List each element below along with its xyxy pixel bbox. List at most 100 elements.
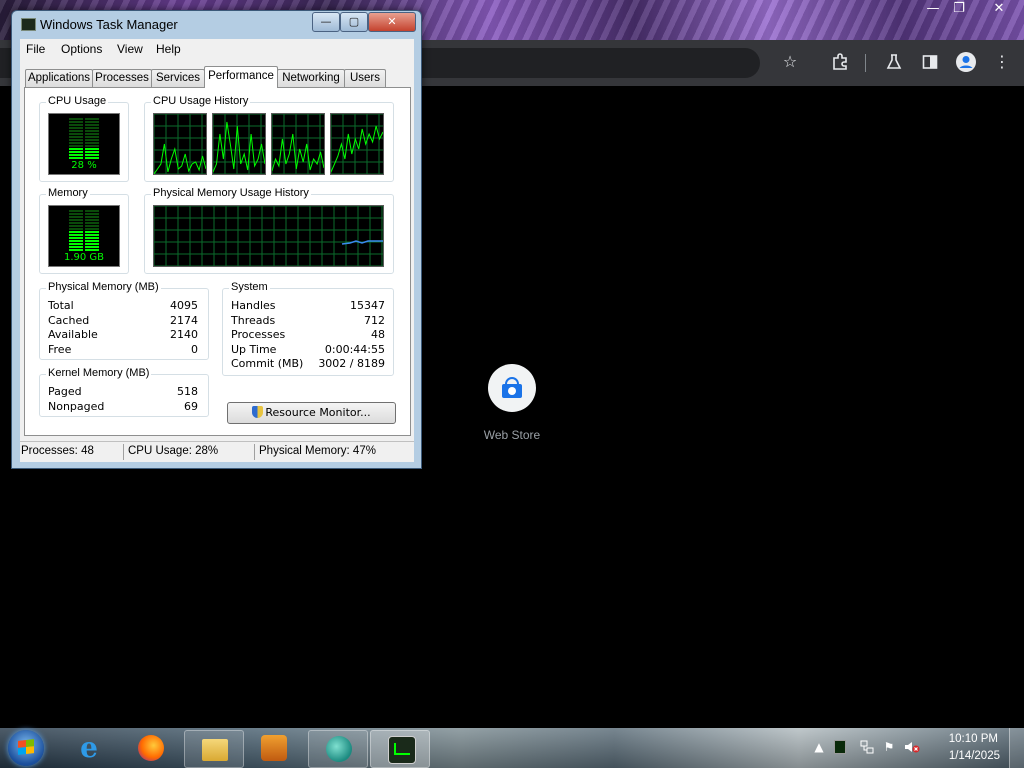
maximize-button[interactable]: ▢ (340, 12, 368, 32)
tab-networking[interactable]: Networking (277, 69, 345, 87)
taskbar-firefox[interactable] (121, 730, 179, 766)
cpu-meter-segment (85, 148, 99, 150)
cpu-history-line (272, 133, 324, 172)
internet-explorer-icon: e (80, 731, 98, 764)
tab-services[interactable]: Services (151, 69, 205, 87)
taskbar-internet-explorer[interactable]: e (60, 730, 118, 766)
window-title: Windows Task Manager (40, 17, 178, 32)
cpu-core-1-graph (153, 113, 207, 175)
system-processes-label: Processes (231, 328, 286, 341)
notification-area: ▲ ⚑ 10:10 PM 1/14/2025 (810, 728, 1024, 768)
task-manager-tray-icon[interactable] (834, 740, 846, 754)
web-store-shortcut[interactable]: Web Store (472, 364, 552, 454)
profile-icon[interactable] (954, 50, 978, 74)
cpu-usage-meter: 28 % (48, 113, 120, 175)
system-uptime-label: Up Time (231, 343, 277, 356)
labs-icon[interactable] (882, 50, 906, 74)
side-panel-icon[interactable] (918, 50, 942, 74)
taskbar-browser[interactable] (308, 730, 368, 768)
windows-logo-icon (18, 739, 34, 755)
tab-processes[interactable]: Processes (92, 69, 152, 87)
memory-meter-segment (85, 231, 99, 233)
cpu-meter-segment (69, 136, 83, 138)
volume-muted-icon[interactable] (904, 740, 920, 754)
cpu-usage-group: CPU Usage 28 % (39, 95, 129, 182)
memory-meter-segment (85, 219, 99, 221)
start-button[interactable] (8, 730, 44, 766)
menu-help[interactable]: Help (156, 42, 181, 56)
tab-users[interactable]: Users (344, 69, 386, 87)
kernel-paged-value: 518 (177, 385, 198, 398)
memory-history-graph (153, 205, 384, 267)
show-desktop-button[interactable] (1009, 728, 1024, 768)
cpu-meter-segment (69, 130, 83, 132)
task-manager-window: Windows Task Manager — ▢ ✕ File Options … (11, 10, 422, 469)
kernel-nonpaged-value: 69 (184, 400, 198, 413)
cpu-meter-segment (85, 142, 99, 144)
cpu-usage-title: CPU Usage (46, 95, 109, 107)
physical-free-value: 0 (191, 343, 198, 356)
extensions-icon[interactable] (828, 50, 852, 74)
close-button[interactable]: ✕ (368, 12, 416, 32)
cpu-meter-segment (69, 127, 83, 129)
menu-file[interactable]: File (26, 42, 45, 56)
physical-memory-title: Physical Memory (MB) (46, 281, 161, 293)
system-handles-label: Handles (231, 299, 276, 312)
tab-performance[interactable]: Performance (204, 66, 278, 88)
cpu-meter-segment (85, 133, 99, 135)
firefox-icon (138, 735, 164, 761)
memory-meter-segment (85, 237, 99, 239)
cpu-meter-segment (85, 139, 99, 141)
memory-meter-segment (69, 243, 83, 245)
system-uptime-value: 0:00:44:55 (324, 343, 385, 356)
memory-meter-segment (85, 249, 99, 251)
menu-view[interactable]: View (117, 42, 143, 56)
kernel-memory-group: Kernel Memory (MB) Paged 518 Nonpaged 69 (39, 367, 209, 417)
clock-date[interactable]: 1/14/2025 (949, 750, 1000, 762)
tab-applications[interactable]: Applications (25, 69, 93, 87)
menu-icon[interactable]: ⋮ (990, 50, 1014, 74)
taskbar-windows-explorer[interactable] (184, 730, 244, 768)
memory-meter-segment (69, 210, 83, 212)
status-divider (123, 444, 124, 460)
memory-meter-segment (69, 216, 83, 218)
cpu-core-3-graph (271, 113, 325, 175)
browser-restore-button[interactable]: ❐ (942, 0, 976, 20)
memory-history-group: Physical Memory Usage History (144, 187, 394, 274)
cpu-meter-segment (85, 124, 99, 126)
system-handles-value: 15347 (350, 299, 385, 312)
taskbar-task-manager[interactable] (370, 730, 430, 768)
star-icon[interactable]: ☆ (778, 50, 802, 74)
memory-meter-segment (85, 213, 99, 215)
taskbar-media-player[interactable] (244, 730, 302, 766)
clock-time[interactable]: 10:10 PM (949, 733, 998, 745)
cpu-meter-segment (69, 148, 83, 150)
memory-meter-segment (85, 222, 99, 224)
windows-explorer-icon (202, 739, 228, 761)
browser-close-button[interactable]: ✕ (982, 0, 1016, 20)
action-center-flag-icon[interactable]: ⚑ (882, 740, 896, 754)
title-bar[interactable]: Windows Task Manager — ▢ ✕ (12, 11, 421, 39)
task-manager-body: Applications Processes Services Performa… (20, 59, 414, 459)
network-icon[interactable] (860, 740, 874, 754)
physical-available-label: Available (48, 328, 98, 341)
browser-icon (326, 736, 352, 762)
resource-monitor-button[interactable]: Resource Monitor... (227, 402, 396, 424)
status-memory: Physical Memory: 47% (259, 445, 376, 457)
cpu-meter-segment (69, 142, 83, 144)
cpu-meter-segment (85, 154, 99, 156)
cpu-meter-segment (85, 145, 99, 147)
memory-meter-segment (69, 249, 83, 251)
minimize-button[interactable]: — (312, 12, 340, 32)
cpu-usage-value: 28 % (71, 160, 97, 171)
uac-shield-icon (252, 406, 264, 418)
cpu-meter-segment (69, 157, 83, 159)
memory-meter-segment (69, 219, 83, 221)
memory-meter-segment (85, 240, 99, 242)
status-processes: Processes: 48 (21, 445, 94, 457)
cpu-core-2-graph (212, 113, 266, 175)
web-store-label: Web Store (483, 428, 541, 442)
show-hidden-icons-icon[interactable]: ▲ (812, 740, 826, 754)
menu-options[interactable]: Options (61, 42, 102, 56)
memory-value: 1.90 GB (63, 252, 105, 263)
